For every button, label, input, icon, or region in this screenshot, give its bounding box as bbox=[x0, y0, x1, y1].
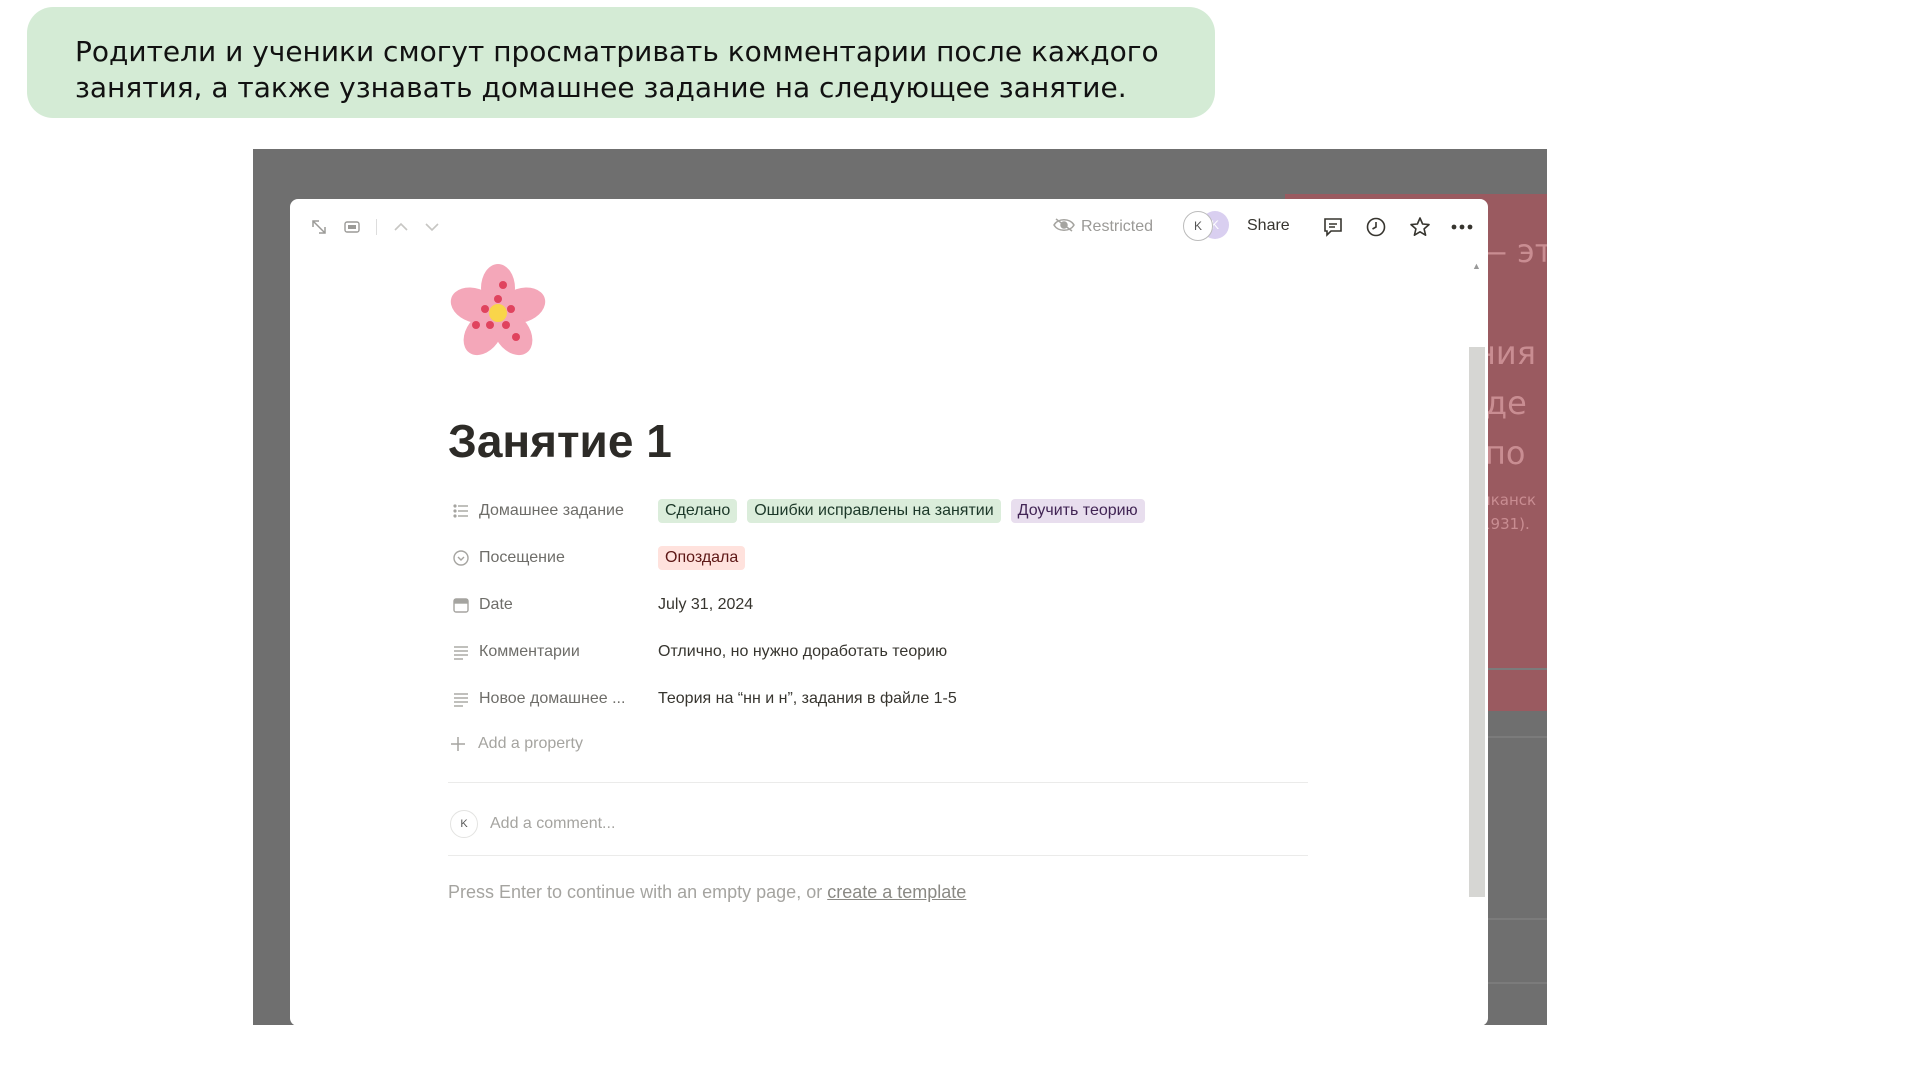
chevron-down-icon[interactable] bbox=[422, 217, 442, 237]
page-title[interactable]: Занятие 1 bbox=[448, 414, 672, 468]
page-peek-modal: Restricted K K Share ▲ Занятие 1 Домашне… bbox=[290, 199, 1488, 1026]
tag: Ошибки исправлены на занятии bbox=[747, 499, 1001, 523]
tag: Опоздала bbox=[658, 546, 746, 570]
property-row[interactable]: Date July 31, 2024 bbox=[448, 588, 1328, 622]
property-value[interactable]: Опоздала bbox=[658, 544, 746, 572]
avatar: K bbox=[450, 810, 478, 838]
divider bbox=[448, 855, 1308, 856]
page-icon[interactable] bbox=[448, 263, 548, 363]
background-text: де bbox=[1485, 384, 1527, 422]
history-icon[interactable] bbox=[1364, 215, 1388, 239]
text-icon bbox=[452, 690, 470, 708]
expand-icon[interactable] bbox=[309, 217, 329, 237]
banner-line-2: занятия, а также узнавать домашнее задан… bbox=[75, 71, 1127, 104]
banner-line-1: Родители и ученики смогут просматривать … bbox=[75, 35, 1159, 68]
topbar-divider bbox=[376, 219, 377, 235]
avatar: K bbox=[1183, 211, 1213, 241]
property-label: Date bbox=[479, 596, 513, 613]
property-label: Новое домашнее ... bbox=[479, 690, 626, 707]
property-value[interactable]: Теория на “нн и н”, задания в файле 1-5 bbox=[658, 690, 957, 708]
add-property-label: Add a property bbox=[478, 735, 583, 752]
property-value[interactable]: Отлично, но нужно доработать теорию bbox=[658, 643, 947, 661]
scroll-up-arrow[interactable]: ▲ bbox=[1472, 261, 1481, 271]
star-icon[interactable] bbox=[1408, 215, 1432, 239]
list-icon bbox=[452, 502, 470, 520]
restricted-label: Restricted bbox=[1081, 218, 1154, 235]
share-button[interactable]: Share bbox=[1247, 217, 1290, 235]
hint-text: Press Enter to continue with an empty pa… bbox=[448, 882, 828, 902]
property-label: Посещение bbox=[479, 549, 565, 566]
tag: Доучить теорию bbox=[1010, 499, 1145, 523]
avatar-group[interactable]: K K bbox=[1183, 211, 1235, 241]
comment-input[interactable]: K Add a comment... bbox=[450, 810, 615, 838]
text-icon bbox=[452, 643, 470, 661]
create-template-link[interactable]: create a template bbox=[827, 882, 966, 902]
status-icon bbox=[452, 549, 470, 567]
comment-placeholder: Add a comment... bbox=[490, 815, 616, 832]
calendar-icon bbox=[452, 596, 470, 614]
property-value[interactable]: July 31, 2024 bbox=[658, 596, 753, 614]
divider bbox=[448, 782, 1308, 783]
scrollbar-thumb[interactable] bbox=[1469, 347, 1485, 897]
property-label: Комментарии bbox=[479, 643, 580, 660]
property-row[interactable]: Посещение Опоздала bbox=[448, 541, 1328, 575]
flower-icon bbox=[450, 264, 546, 356]
background-text: 1931). bbox=[1481, 515, 1530, 533]
more-icon[interactable] bbox=[1450, 215, 1474, 239]
peek-mode-icon[interactable] bbox=[342, 217, 362, 237]
property-value[interactable]: Сделано Ошибки исправлены на занятии Доу… bbox=[658, 497, 1145, 525]
plus-icon bbox=[448, 734, 478, 754]
eye-off-icon bbox=[1053, 217, 1075, 238]
comment-icon[interactable] bbox=[1321, 215, 1345, 239]
background-text: по bbox=[1485, 434, 1526, 472]
modal-topbar: Restricted K K Share bbox=[290, 199, 1488, 255]
chevron-up-icon[interactable] bbox=[391, 217, 411, 237]
property-row[interactable]: Домашнее задание Сделано Ошибки исправле… bbox=[448, 494, 1328, 528]
info-banner: Родители и ученики смогут просматривать … bbox=[27, 7, 1215, 118]
background-text: иканск bbox=[1481, 491, 1537, 509]
tag: Сделано bbox=[658, 499, 738, 523]
property-label: Домашнее задание bbox=[479, 502, 624, 519]
property-row[interactable]: Комментарии Отлично, но нужно доработать… bbox=[448, 635, 1328, 669]
empty-page-hint: Press Enter to continue with an empty pa… bbox=[448, 882, 966, 903]
property-row[interactable]: Новое домашнее ... Теория на “нн и н”, з… bbox=[448, 682, 1328, 716]
restricted-indicator[interactable]: Restricted bbox=[1053, 215, 1153, 239]
add-property-button[interactable]: Add a property bbox=[448, 734, 583, 754]
